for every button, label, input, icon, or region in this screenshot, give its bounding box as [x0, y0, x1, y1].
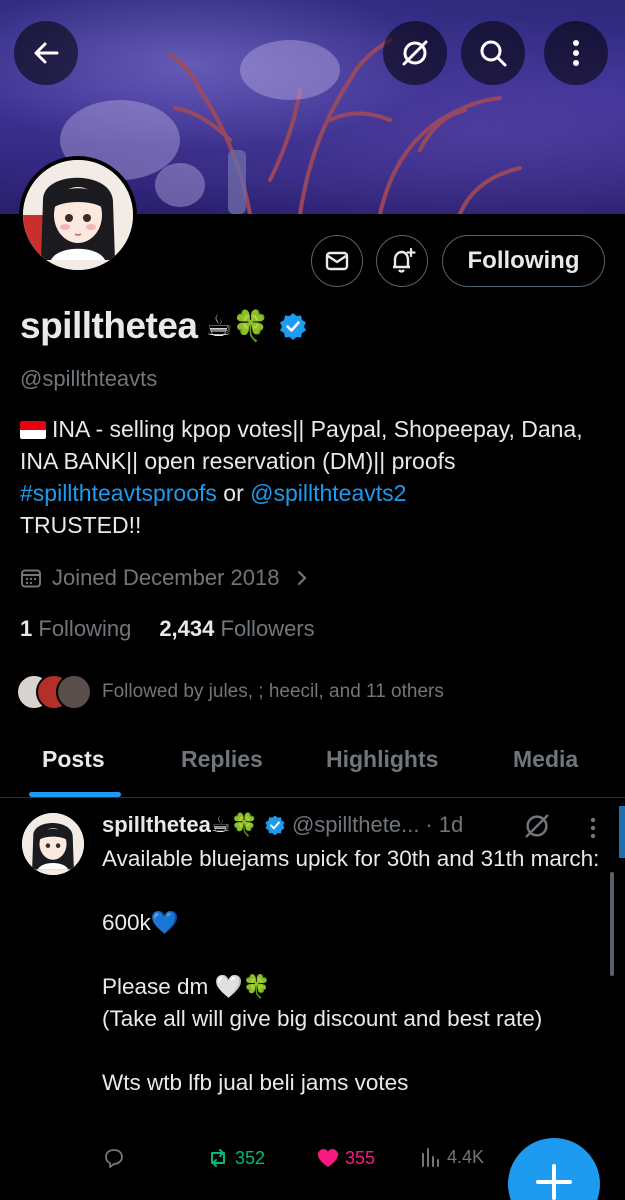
heart-filled-icon [318, 1149, 338, 1167]
bio-connector: or [216, 480, 251, 506]
post-line: 600k💙 [102, 910, 179, 935]
grok-icon[interactable] [522, 811, 552, 841]
post-header: spillthetea☕🍀 @spillthete... · 1d [102, 812, 463, 838]
profile-avatar[interactable] [19, 156, 137, 274]
search-button[interactable] [461, 21, 525, 85]
follow-counts: 1 Following 2,434 Followers [20, 616, 315, 642]
name-emojis: ☕🍀 [205, 309, 270, 343]
tab-posts[interactable]: Posts [42, 746, 105, 773]
like-count: 355 [345, 1147, 376, 1168]
grok-button[interactable] [383, 21, 447, 85]
reply-button[interactable] [102, 1146, 126, 1170]
more-options-button[interactable] [544, 21, 608, 85]
retweet-count: 352 [235, 1147, 266, 1168]
back-button[interactable] [14, 21, 78, 85]
post-text: Available bluejams upick for 30th and 31… [102, 843, 602, 1131]
followed-by-text: Followed by jules, ; heecil, and 11 othe… [102, 681, 444, 702]
views-button[interactable]: 4.4K [420, 1146, 484, 1168]
like-button[interactable]: 355 [316, 1146, 375, 1170]
profile-bio: INA - selling kpop votes|| Paypal, Shope… [20, 413, 610, 541]
calendar-icon [21, 569, 41, 588]
arrow-left-icon [34, 42, 59, 64]
active-tab-indicator [29, 792, 121, 797]
retweet-icon [211, 1149, 225, 1167]
scrollbar[interactable] [610, 872, 614, 976]
display-name-row: spillthetea ☕🍀 [20, 305, 308, 347]
indonesia-flag-icon [20, 421, 46, 439]
tab-highlights[interactable]: Highlights [326, 746, 438, 773]
message-button[interactable] [311, 235, 363, 287]
plus-icon [536, 1164, 572, 1200]
post-author-handle[interactable]: @spillthete... [292, 812, 420, 838]
grok-icon [402, 40, 428, 66]
bell-plus-icon [393, 247, 416, 273]
post-separator: · [425, 812, 433, 837]
profile-tabs: Posts Replies Highlights Media [0, 730, 625, 798]
verified-badge-icon [265, 815, 285, 836]
post-line: (Take all will give big discount and bes… [102, 1006, 543, 1031]
tab-replies[interactable]: Replies [181, 746, 263, 773]
following-button[interactable]: Following [442, 235, 605, 287]
post-timestamp[interactable]: 1d [439, 812, 463, 838]
joined-date-row[interactable]: Joined December 2018 [20, 565, 309, 591]
bio-hashtag-link[interactable]: #spillthteavtsproofs [20, 480, 217, 506]
followed-by-row[interactable]: Followed by jules, ; heecil, and 11 othe… [16, 674, 444, 710]
post-line: Please dm 🤍🍀 [102, 974, 271, 999]
following-count-link[interactable]: 1 Following [20, 616, 131, 642]
reply-icon [105, 1149, 123, 1168]
post-more-icon[interactable] [588, 816, 598, 840]
joined-date: Joined December 2018 [52, 565, 280, 590]
avatar-image [23, 160, 133, 270]
follower-avatars [16, 674, 92, 710]
search-icon [480, 40, 507, 67]
followers-count-link[interactable]: 2,434 Followers [159, 616, 314, 642]
analytics-icon [422, 1148, 439, 1167]
post-line: Available bluejams upick for 30th and 31… [102, 846, 600, 871]
verified-badge-icon[interactable] [278, 311, 308, 341]
views-count: 4.4K [447, 1146, 485, 1167]
more-vertical-icon [573, 40, 579, 66]
notifications-button[interactable] [376, 235, 428, 287]
tab-media[interactable]: Media [513, 746, 578, 773]
bio-text: INA - selling kpop votes|| Paypal, Shope… [20, 416, 583, 474]
post-author-avatar[interactable] [22, 813, 84, 875]
bio-trusted: TRUSTED!! [20, 512, 142, 538]
retweet-button[interactable]: 352 [206, 1146, 265, 1170]
chevron-right-icon [298, 570, 308, 586]
edge-indicator [619, 806, 625, 858]
post-author-name[interactable]: spillthetea☕🍀 [102, 812, 258, 838]
display-name: spillthetea [20, 305, 198, 346]
bio-mention-link[interactable]: @spillthteavts2 [250, 480, 406, 506]
follower-avatar [56, 674, 92, 710]
post-line: Wts wtb lfb jual beli jams votes [102, 1070, 409, 1095]
profile-handle: @spillthteavts [20, 366, 158, 391]
mail-icon [325, 251, 349, 271]
